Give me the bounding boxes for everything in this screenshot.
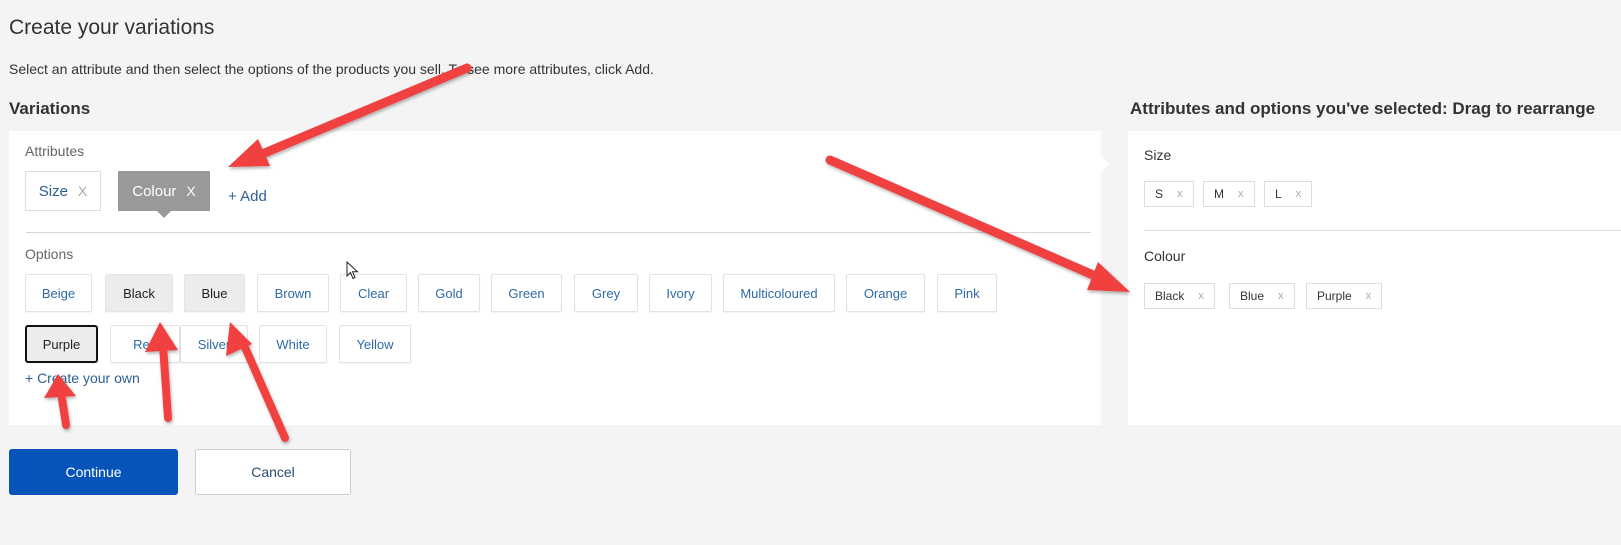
page-subtitle: Select an attribute and then select the … [9,61,654,77]
selected-value-black[interactable]: Black x [1144,283,1215,309]
remove-value-icon[interactable]: x [1296,188,1302,200]
selected-value-label: L [1275,187,1282,201]
option-brown[interactable]: Brown [257,274,329,312]
selected-value-label: Blue [1240,289,1265,303]
remove-value-icon[interactable]: x [1177,188,1183,200]
attribute-tab-label: Size [38,182,68,200]
selected-value-label: M [1214,187,1224,201]
selected-value-label: Purple [1317,289,1352,303]
option-multicoloured[interactable]: Multicoloured [723,274,835,312]
selected-value-blue[interactable]: Blue x [1229,283,1295,309]
selected-value-m[interactable]: M x [1203,181,1255,207]
attribute-tab-colour[interactable]: Colour X [118,171,210,218]
remove-attribute-icon[interactable]: X [186,183,195,199]
cancel-button[interactable]: Cancel [195,449,351,495]
remove-attribute-icon[interactable]: X [78,183,87,199]
panel-pointer [1101,155,1109,173]
option-beige[interactable]: Beige [25,274,92,312]
option-pink[interactable]: Pink [937,274,997,312]
variations-panel: Attributes Size X Colour X + Add Options… [9,131,1109,425]
selected-value-label: S [1155,187,1164,201]
option-orange[interactable]: Orange [846,274,925,312]
remove-value-icon[interactable]: x [1366,290,1372,302]
add-attribute-link[interactable]: + Add [228,188,267,205]
selected-value-s[interactable]: S x [1144,181,1194,207]
option-grey[interactable]: Grey [574,274,638,312]
option-silver[interactable]: Silver [180,325,248,363]
continue-button[interactable]: Continue [9,449,178,495]
attribute-tab-label: Colour [132,182,177,200]
section-divider [26,232,1091,233]
remove-value-icon[interactable]: x [1198,290,1204,302]
option-white[interactable]: White [259,325,327,363]
variations-heading: Variations [9,99,91,118]
selected-group-size-label: Size [1144,147,1172,163]
option-yellow[interactable]: Yellow [339,325,411,363]
option-gold[interactable]: Gold [418,274,480,312]
selected-value-purple[interactable]: Purple x [1306,283,1383,309]
selected-value-label: Black [1155,289,1185,303]
selected-divider [1144,230,1621,231]
page-title: Create your variations [9,16,215,39]
option-black[interactable]: Black [105,274,173,312]
option-blue[interactable]: Blue [184,274,245,312]
attributes-label: Attributes [25,143,85,159]
remove-value-icon[interactable]: x [1278,290,1284,302]
option-green[interactable]: Green [491,274,562,312]
option-ivory[interactable]: Ivory [649,274,712,312]
options-label: Options [25,246,74,262]
mouse-cursor-icon [346,261,359,280]
selected-value-l[interactable]: L x [1264,181,1313,207]
option-red[interactable]: Red [110,325,180,363]
option-purple[interactable]: Purple [25,325,98,363]
selected-group-colour-label: Colour [1144,248,1186,264]
create-your-own-link[interactable]: + Create your own [25,370,140,386]
remove-value-icon[interactable]: x [1238,188,1244,200]
selected-panel: Size S x M x L x Colour Black x Blue x P… [1128,131,1621,425]
attribute-tab-size[interactable]: Size X [25,171,101,211]
selected-heading: Attributes and options you've selected: … [1130,99,1596,118]
